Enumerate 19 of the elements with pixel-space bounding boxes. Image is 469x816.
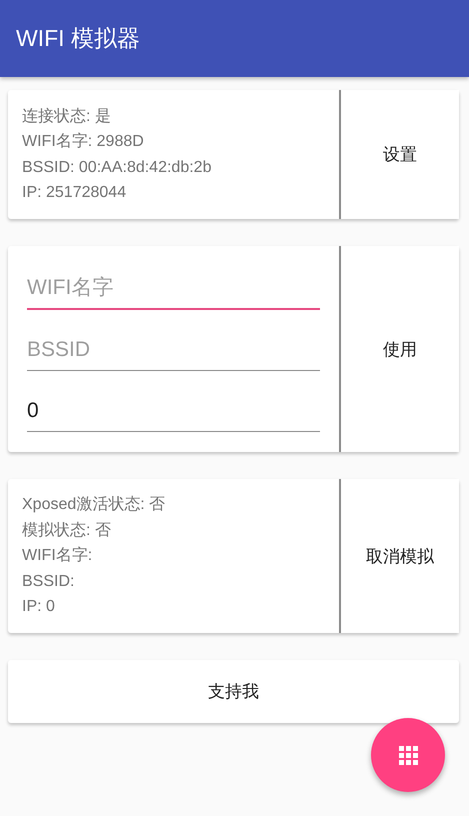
info-text: BSSID: 00:AA:8d:42:db:2b [22, 158, 212, 178]
info-text: Xposed激活状态: 否 [22, 494, 166, 516]
input-field[interactable]: 0 [27, 391, 320, 432]
action-button[interactable]: 设置 [341, 90, 459, 219]
action-button[interactable]: 取消模拟 [341, 479, 459, 633]
support-button[interactable]: 支持我 [8, 660, 459, 723]
info-text: BSSID: [22, 572, 76, 592]
floating-action-button[interactable] [371, 718, 445, 792]
info-text: IP: 0 [22, 597, 56, 618]
grid-icon [398, 746, 418, 764]
info-text: WIFI名字: 2988D [22, 132, 145, 152]
app-title: WIFI 模拟器 [16, 24, 140, 53]
input-field[interactable]: WIFI名字 [27, 268, 320, 310]
use-button[interactable]: 使用 [341, 246, 459, 452]
info-text: 模拟状态: 否 [22, 520, 112, 541]
info-text: WIFI名字: [22, 546, 94, 566]
input-field[interactable]: BSSID [27, 330, 320, 371]
info-text: IP: 251728044 [22, 183, 128, 203]
info-text: 连接状态: 是 [22, 106, 112, 126]
